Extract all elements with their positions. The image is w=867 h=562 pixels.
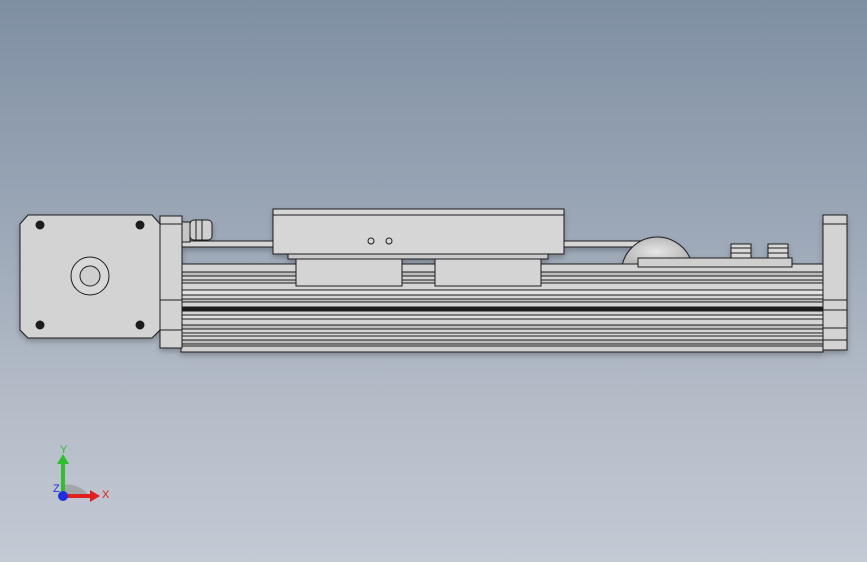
carriage-plate — [272, 208, 565, 255]
x-axis-label: X — [102, 489, 110, 501]
z-axis-label: Z — [53, 483, 60, 495]
linear-actuator-model[interactable] — [0, 0, 867, 562]
end-cap-right — [822, 214, 848, 351]
axis-triad: Y X Z — [53, 444, 110, 502]
cad-viewport[interactable]: Y X Z — [0, 0, 867, 562]
y-axis-label: Y — [60, 444, 68, 456]
stepper-motor — [19, 214, 161, 339]
shaft-coupling — [189, 219, 213, 241]
